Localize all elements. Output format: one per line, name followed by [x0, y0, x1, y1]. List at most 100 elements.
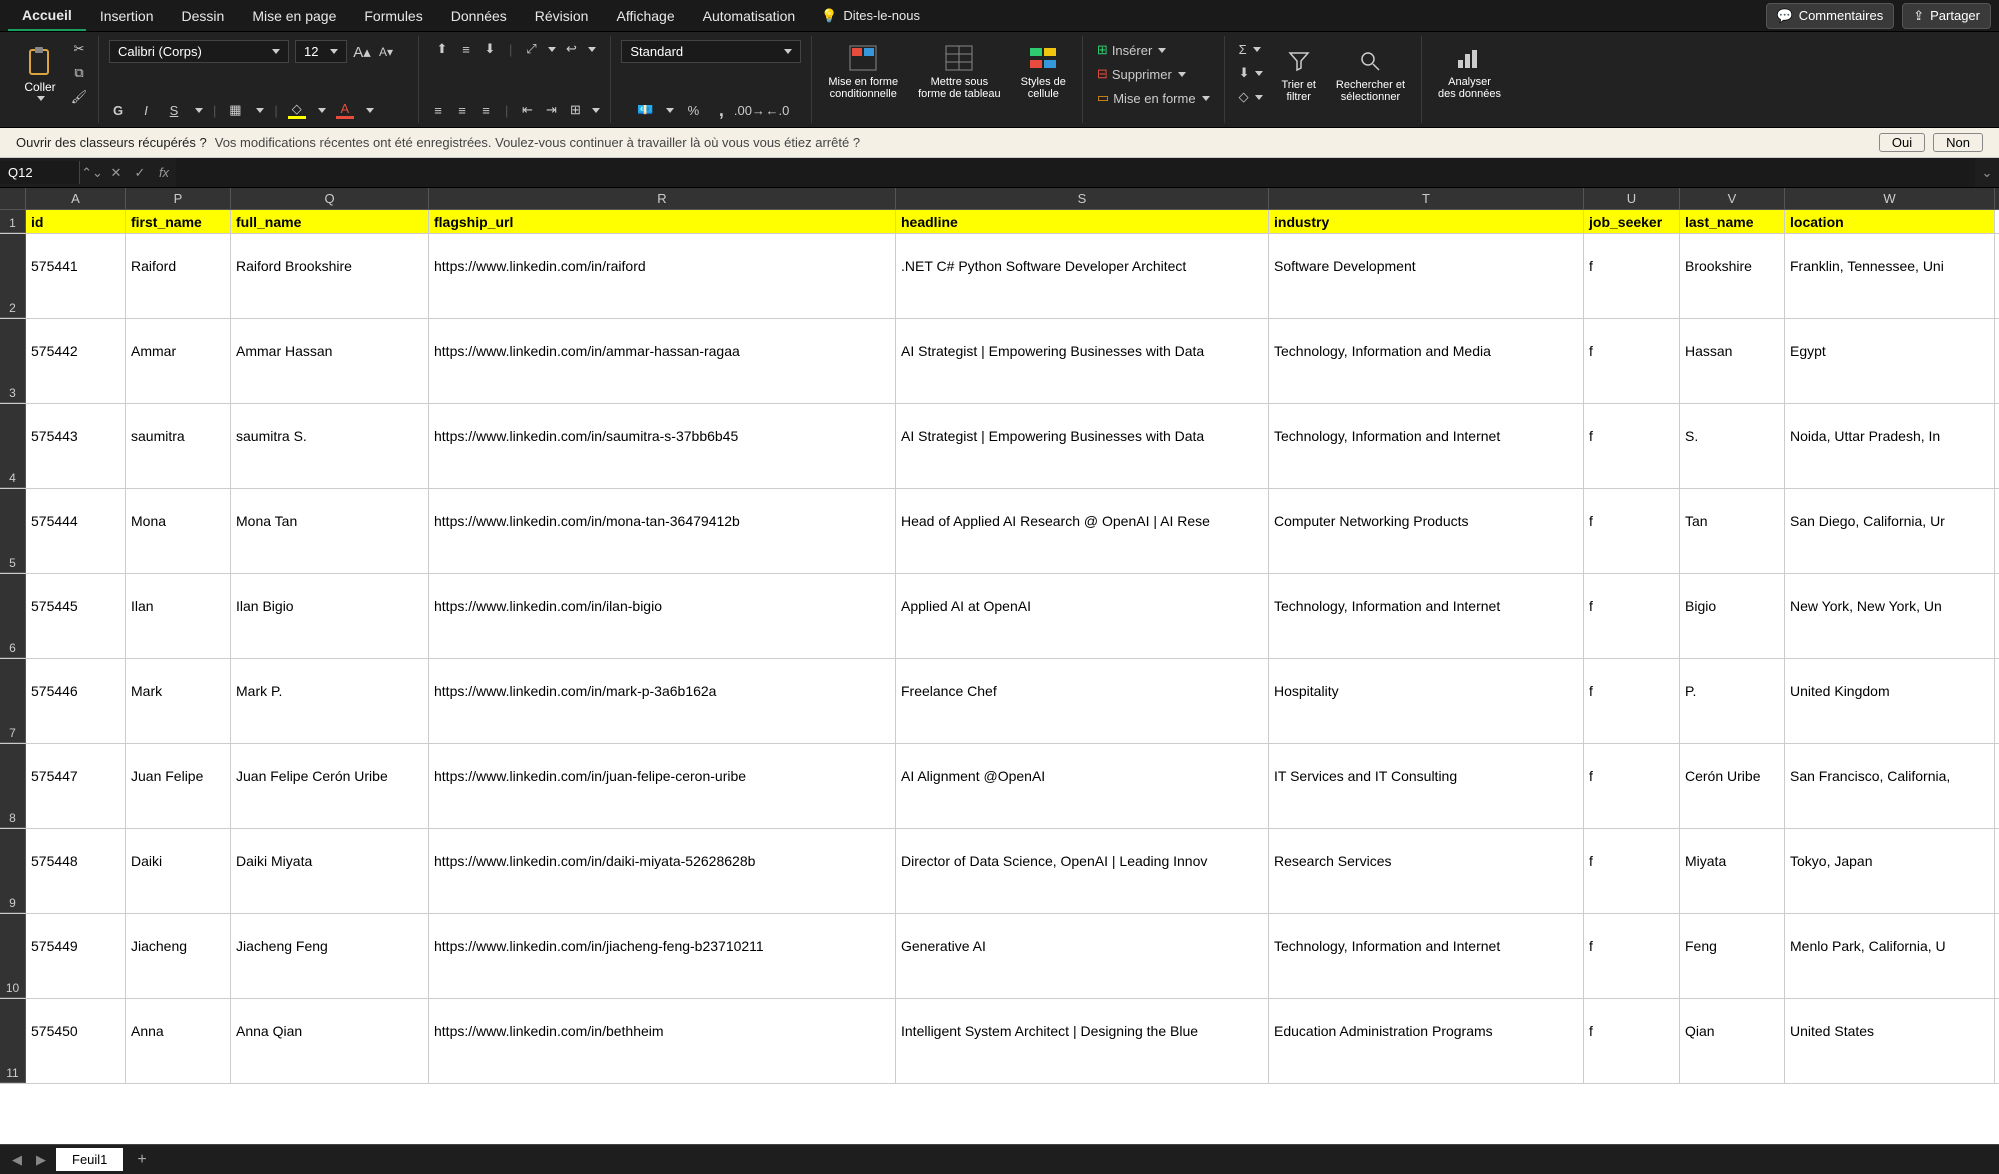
- accounting-icon[interactable]: 💶: [636, 101, 654, 119]
- cell[interactable]: f: [1584, 659, 1680, 743]
- cell[interactable]: Mark P.: [231, 659, 429, 743]
- column-header-P[interactable]: P: [126, 188, 231, 209]
- cell[interactable]: Technology, Information and Internet: [1269, 914, 1584, 998]
- fx-icon[interactable]: fx: [152, 161, 176, 185]
- tab-revision[interactable]: Révision: [521, 2, 603, 30]
- cell[interactable]: Menlo Park, California, U: [1785, 914, 1995, 998]
- cell[interactable]: Jiacheng Feng: [231, 914, 429, 998]
- cell[interactable]: 575449: [26, 914, 126, 998]
- cell[interactable]: Intelligent System Architect | Designing…: [896, 999, 1269, 1083]
- cell[interactable]: f: [1584, 914, 1680, 998]
- format-painter-icon[interactable]: 🖌: [70, 88, 88, 106]
- cell[interactable]: https://www.linkedin.com/in/mark-p-3a6b1…: [429, 659, 896, 743]
- merge-icon[interactable]: ⊞: [566, 101, 584, 119]
- insert-button[interactable]: ⊞Insérer: [1093, 40, 1214, 60]
- cell[interactable]: f: [1584, 234, 1680, 318]
- format-as-table-button[interactable]: Mettre sous forme de tableau: [912, 40, 1007, 102]
- decrease-font-icon[interactable]: A▾: [377, 43, 395, 61]
- cell[interactable]: S.: [1680, 404, 1785, 488]
- row-header[interactable]: 5: [0, 489, 26, 573]
- comments-button[interactable]: 💬 Commentaires: [1766, 3, 1895, 29]
- cell[interactable]: id: [26, 210, 126, 233]
- wrap-text-icon[interactable]: ↩: [562, 40, 580, 58]
- italic-icon[interactable]: I: [137, 101, 155, 119]
- align-left-icon[interactable]: ≡: [429, 101, 447, 119]
- align-center-icon[interactable]: ≡: [453, 101, 471, 119]
- cell[interactable]: 575450: [26, 999, 126, 1083]
- row-header[interactable]: 9: [0, 829, 26, 913]
- cell[interactable]: https://www.linkedin.com/in/jiacheng-fen…: [429, 914, 896, 998]
- underline-icon[interactable]: S: [165, 101, 183, 119]
- cell[interactable]: IT Services and IT Consulting: [1269, 744, 1584, 828]
- cell[interactable]: f: [1584, 489, 1680, 573]
- cell[interactable]: New York, New York, Un: [1785, 574, 1995, 658]
- increase-indent-icon[interactable]: ⇥: [542, 101, 560, 119]
- cell[interactable]: Daiki Miyata: [231, 829, 429, 913]
- tab-formules[interactable]: Formules: [350, 2, 436, 30]
- analyze-data-button[interactable]: Analyser des données: [1432, 40, 1507, 102]
- cell[interactable]: Head of Applied AI Research @ OpenAI | A…: [896, 489, 1269, 573]
- column-header-S[interactable]: S: [896, 188, 1269, 209]
- cell[interactable]: Bigio: [1680, 574, 1785, 658]
- cell[interactable]: first_name: [126, 210, 231, 233]
- cell[interactable]: https://www.linkedin.com/in/bethheim: [429, 999, 896, 1083]
- cell[interactable]: Ilan: [126, 574, 231, 658]
- cell[interactable]: Technology, Information and Internet: [1269, 404, 1584, 488]
- cell[interactable]: Cerón Uribe: [1680, 744, 1785, 828]
- cell[interactable]: 575445: [26, 574, 126, 658]
- cell[interactable]: San Francisco, California,: [1785, 744, 1995, 828]
- cell[interactable]: f: [1584, 319, 1680, 403]
- cell[interactable]: Hassan: [1680, 319, 1785, 403]
- cell[interactable]: 575447: [26, 744, 126, 828]
- column-header-V[interactable]: V: [1680, 188, 1785, 209]
- cell[interactable]: Research Services: [1269, 829, 1584, 913]
- cell[interactable]: Technology, Information and Media: [1269, 319, 1584, 403]
- cancel-formula-icon[interactable]: ✕: [104, 161, 128, 185]
- autosum-button[interactable]: Σ: [1235, 40, 1268, 59]
- fill-color-icon[interactable]: ◇: [288, 101, 306, 119]
- cell[interactable]: Raiford: [126, 234, 231, 318]
- cell[interactable]: Ammar: [126, 319, 231, 403]
- cell[interactable]: 575442: [26, 319, 126, 403]
- cell[interactable]: Daiki: [126, 829, 231, 913]
- cell[interactable]: full_name: [231, 210, 429, 233]
- cell[interactable]: industry: [1269, 210, 1584, 233]
- row-header[interactable]: 10: [0, 914, 26, 998]
- cell[interactable]: 575448: [26, 829, 126, 913]
- add-sheet-button[interactable]: +: [129, 1151, 154, 1169]
- recovery-yes-button[interactable]: Oui: [1879, 133, 1925, 152]
- cell[interactable]: 575443: [26, 404, 126, 488]
- column-header-R[interactable]: R: [429, 188, 896, 209]
- cell[interactable]: Mona: [126, 489, 231, 573]
- number-format-dropdown[interactable]: Standard: [621, 40, 801, 63]
- cell[interactable]: Miyata: [1680, 829, 1785, 913]
- row-header[interactable]: 11: [0, 999, 26, 1083]
- cell[interactable]: f: [1584, 744, 1680, 828]
- cell[interactable]: AI Strategist | Empowering Businesses wi…: [896, 319, 1269, 403]
- align-middle-icon[interactable]: ≡: [457, 40, 475, 58]
- column-header-A[interactable]: A: [26, 188, 126, 209]
- cut-icon[interactable]: ✂: [70, 40, 88, 58]
- cell[interactable]: Director of Data Science, OpenAI | Leadi…: [896, 829, 1269, 913]
- cell-styles-button[interactable]: Styles de cellule: [1015, 40, 1072, 102]
- cell[interactable]: flagship_url: [429, 210, 896, 233]
- tab-dessin[interactable]: Dessin: [168, 2, 239, 30]
- cell[interactable]: Tokyo, Japan: [1785, 829, 1995, 913]
- cell[interactable]: .NET C# Python Software Developer Archit…: [896, 234, 1269, 318]
- cell[interactable]: AI Alignment @OpenAI: [896, 744, 1269, 828]
- increase-font-icon[interactable]: A▴: [353, 43, 371, 61]
- cell[interactable]: https://www.linkedin.com/in/juan-felipe-…: [429, 744, 896, 828]
- row-header[interactable]: 1: [0, 210, 26, 233]
- cell[interactable]: Raiford Brookshire: [231, 234, 429, 318]
- cell[interactable]: saumitra: [126, 404, 231, 488]
- cell[interactable]: https://www.linkedin.com/in/ilan-bigio: [429, 574, 896, 658]
- cell[interactable]: Tan: [1680, 489, 1785, 573]
- cell[interactable]: Ilan Bigio: [231, 574, 429, 658]
- tab-accueil[interactable]: Accueil: [8, 1, 86, 31]
- name-box-dropdown-icon[interactable]: ⌃⌄: [80, 161, 104, 185]
- cell[interactable]: AI Strategist | Empowering Businesses wi…: [896, 404, 1269, 488]
- cell[interactable]: 575446: [26, 659, 126, 743]
- sheet-nav-prev[interactable]: ◀: [8, 1152, 26, 1168]
- cell[interactable]: 575441: [26, 234, 126, 318]
- cell[interactable]: Juan Felipe Cerón Uribe: [231, 744, 429, 828]
